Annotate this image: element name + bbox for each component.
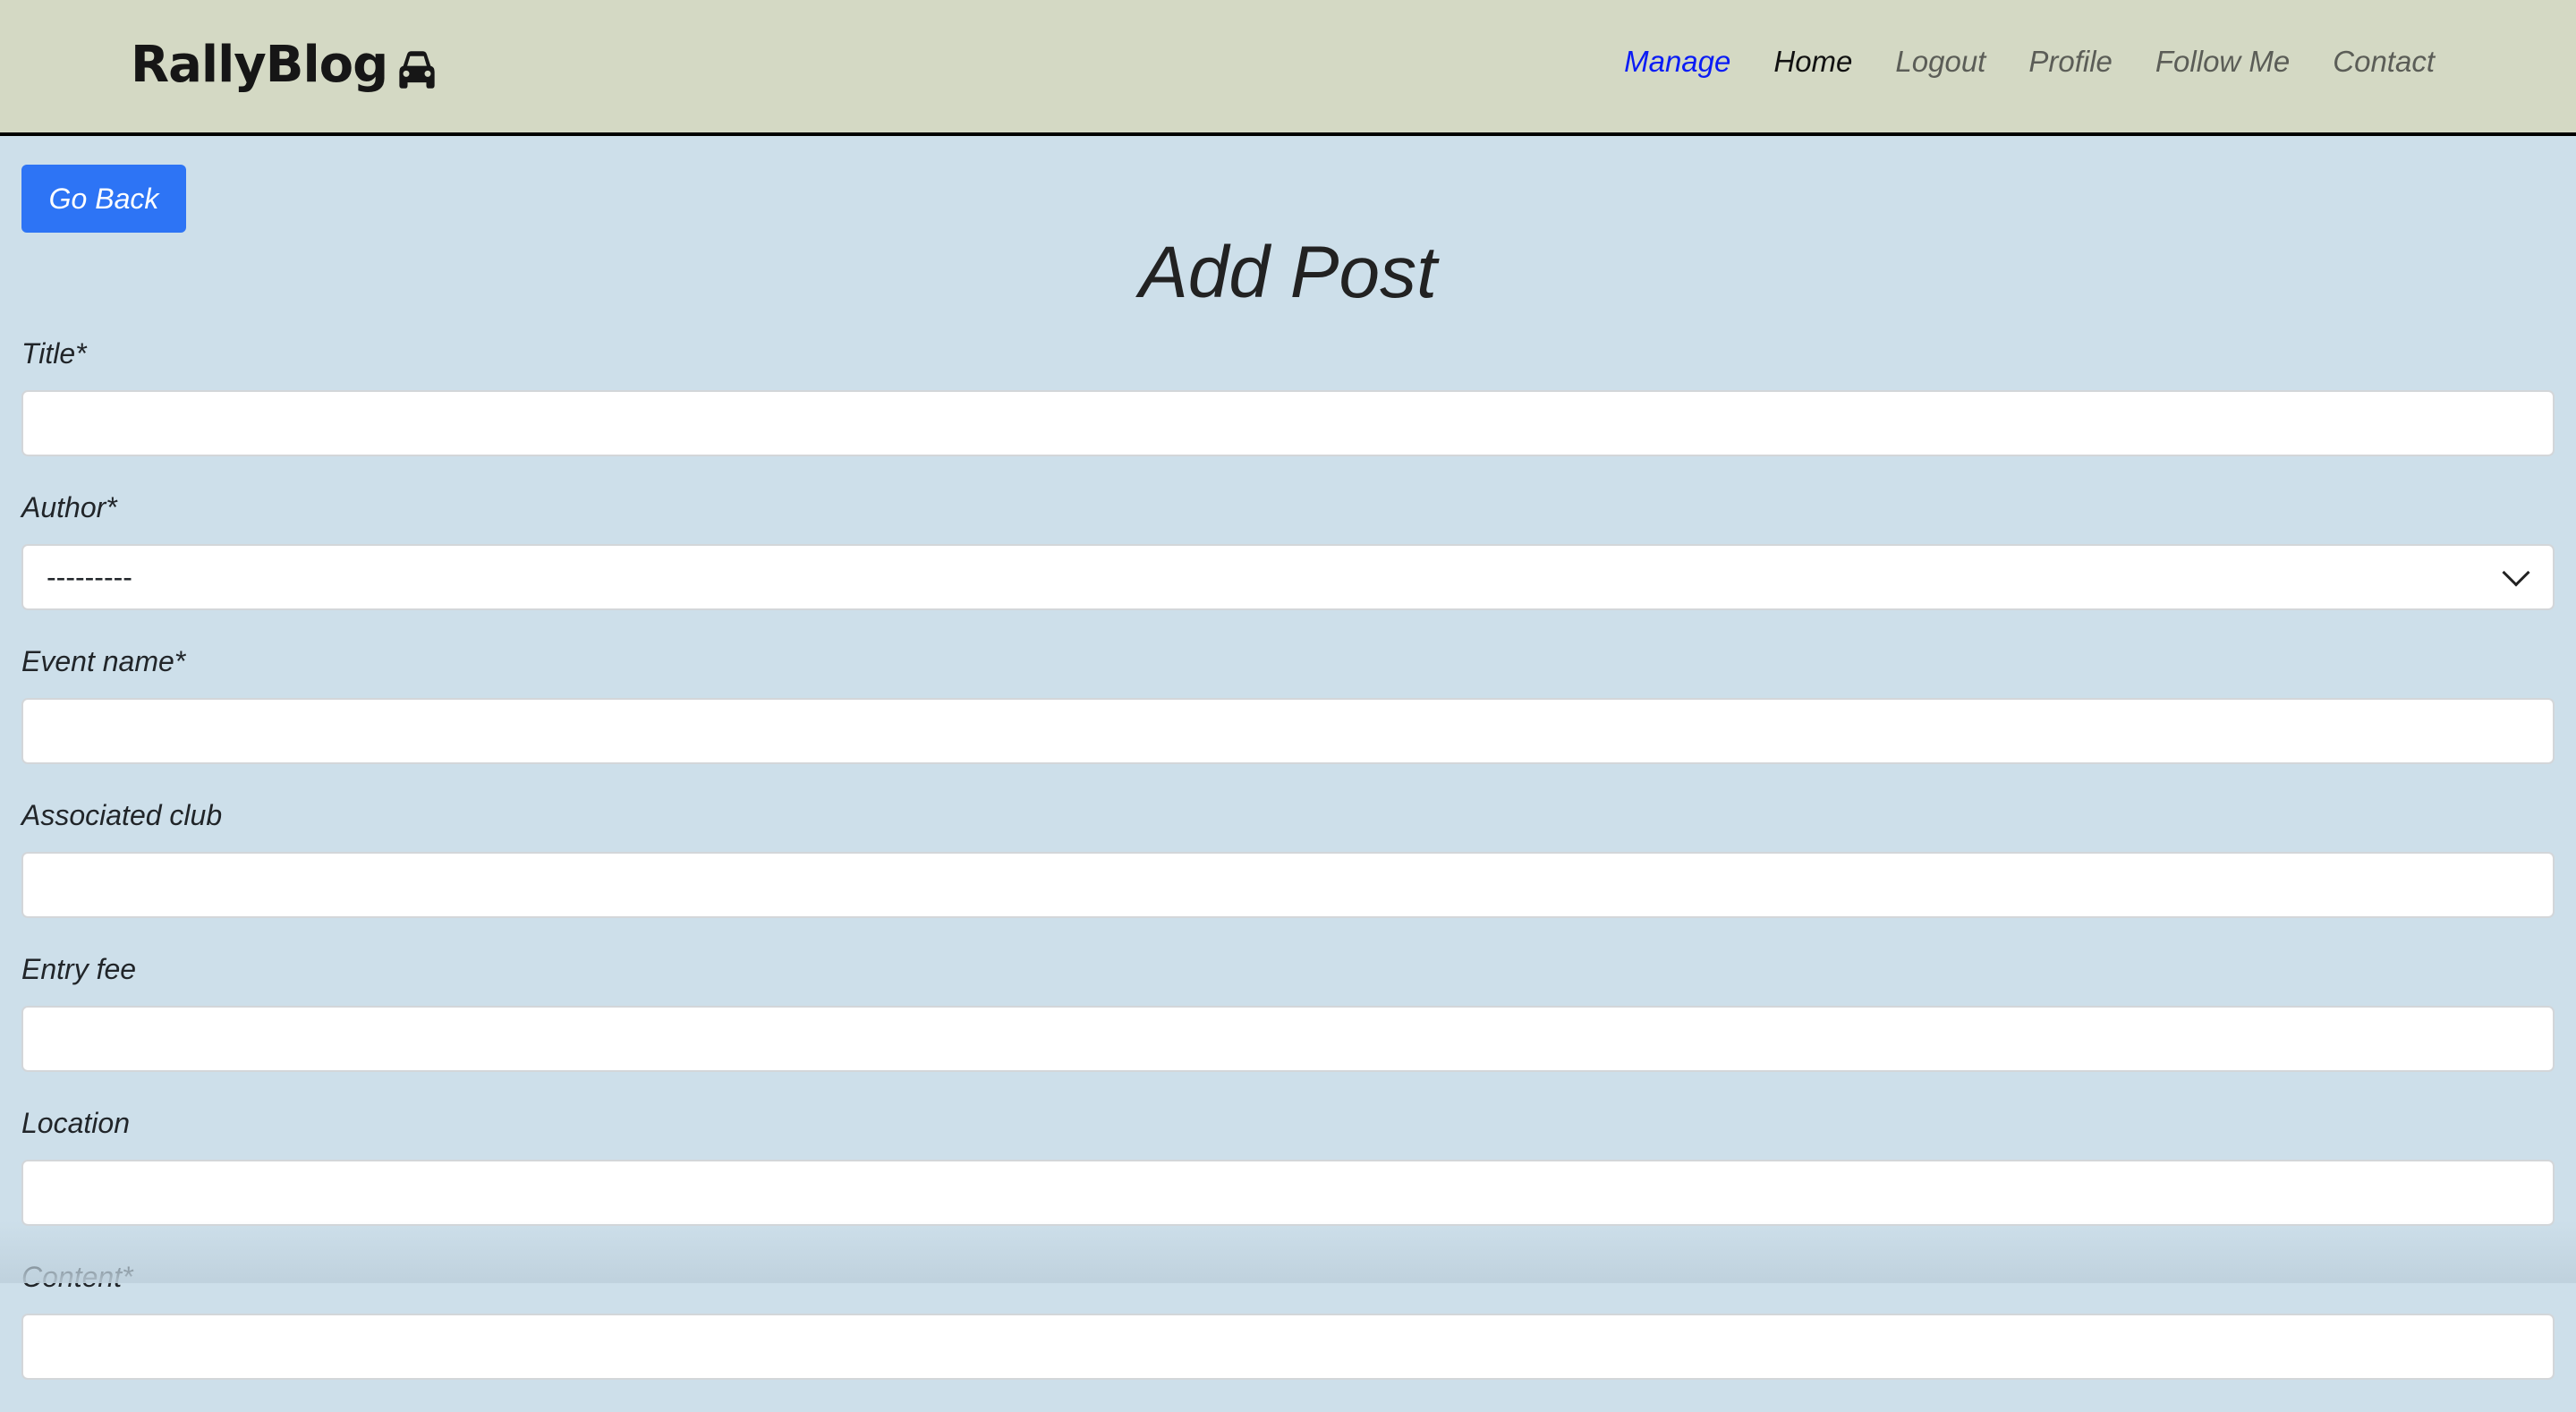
- page-title: Add Post: [1139, 232, 1437, 313]
- author-selected-value: ---------: [47, 560, 132, 593]
- content-input[interactable]: [21, 1314, 2555, 1380]
- associated-club-input[interactable]: [21, 852, 2555, 918]
- event-name-label: Event name*: [21, 645, 186, 677]
- event-name-input[interactable]: [21, 698, 2555, 764]
- car-icon: [399, 50, 435, 89]
- nav-manage[interactable]: Manage: [1624, 45, 1730, 79]
- chevron-down-icon: [2502, 558, 2530, 587]
- author-label: Author*: [21, 491, 117, 523]
- location-label: Location: [21, 1107, 130, 1139]
- author-select[interactable]: ---------: [21, 544, 2555, 610]
- nav-profile[interactable]: Profile: [2028, 45, 2113, 79]
- nav-logout[interactable]: Logout: [1895, 45, 1985, 79]
- location-input[interactable]: [21, 1160, 2555, 1226]
- entry-fee-input[interactable]: [21, 1006, 2555, 1072]
- nav-contact[interactable]: Contact: [2333, 45, 2435, 79]
- logo-text: RallyBlog: [131, 36, 388, 94]
- navbar: RallyBlog Manage Home Logout Profile Fol…: [0, 0, 2576, 136]
- title-label: Title*: [21, 337, 87, 370]
- nav-follow-me[interactable]: Follow Me: [2155, 45, 2290, 79]
- title-input[interactable]: [21, 390, 2555, 456]
- associated-club-label: Associated club: [21, 799, 223, 831]
- bottom-fade: [0, 1221, 2576, 1283]
- main-nav: Manage Home Logout Profile Follow Me Con…: [1624, 45, 2435, 79]
- nav-home[interactable]: Home: [1773, 45, 1852, 79]
- logo[interactable]: RallyBlog: [131, 36, 441, 94]
- go-back-button[interactable]: Go Back: [21, 165, 186, 233]
- entry-fee-label: Entry fee: [21, 953, 137, 985]
